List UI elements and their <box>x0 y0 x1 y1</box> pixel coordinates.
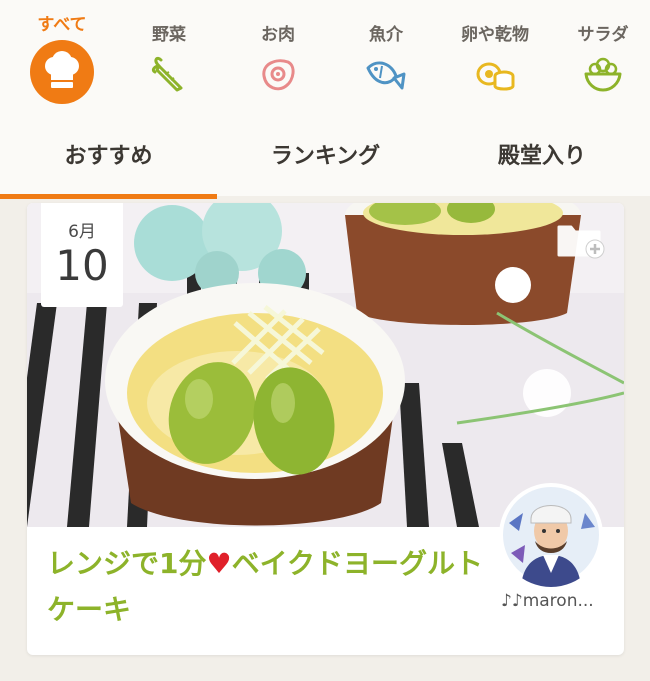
category-label: 野菜 <box>152 25 186 45</box>
category-label: 卵や乾物 <box>461 25 529 45</box>
category-meat[interactable]: お肉 <box>223 12 333 96</box>
folder-add-icon <box>557 225 605 259</box>
category-salad[interactable]: サラダ <box>548 12 650 96</box>
date-month: 6月 <box>68 222 96 242</box>
tab-ranking[interactable]: ランキング <box>217 128 434 186</box>
save-to-folder-button[interactable] <box>555 217 607 261</box>
category-bar: すべて 野菜 お肉 魚介 卵や乾物 サラダ おすすめ ランキング 殿堂入り <box>0 0 650 196</box>
category-seafood[interactable]: 魚介 <box>331 12 441 96</box>
category-vegetables[interactable]: 野菜 <box>114 12 224 96</box>
recipe-title-part1: レンジで1分 <box>47 547 207 580</box>
egg-dried-goods-icon <box>476 62 515 91</box>
salad-icon <box>584 57 622 92</box>
category-all[interactable]: すべて <box>7 12 117 104</box>
chef-hat-icon <box>30 40 94 104</box>
fish-icon <box>366 61 406 90</box>
active-tab-indicator <box>0 194 217 199</box>
author-name[interactable]: ♪♪maron... <box>501 591 611 611</box>
date-badge: 6月 10 <box>41 203 123 307</box>
category-label: 魚介 <box>369 25 403 45</box>
recipe-card[interactable]: 6月 10 レンジで1分♥ベイクドヨーグルトケーキ ♪♪maron... <box>27 203 624 655</box>
tab-bar: おすすめ ランキング 殿堂入り <box>0 128 650 196</box>
heart-icon: ♥ <box>206 547 232 580</box>
date-day: 10 <box>55 241 109 290</box>
author-avatar[interactable] <box>499 483 603 587</box>
tab-hall-of-fame[interactable]: 殿堂入り <box>434 128 650 186</box>
recipe-title[interactable]: レンジで1分♥ベイクドヨーグルトケーキ <box>47 541 487 633</box>
category-label: サラダ <box>577 25 629 45</box>
avatar-image <box>503 487 599 587</box>
meat-icon <box>262 59 295 91</box>
category-label: お肉 <box>261 25 295 45</box>
tab-recommended[interactable]: おすすめ <box>0 128 217 186</box>
category-label: すべて <box>37 15 87 35</box>
carrot-icon <box>151 56 183 92</box>
category-eggs-dried-goods[interactable]: 卵や乾物 <box>440 12 550 96</box>
